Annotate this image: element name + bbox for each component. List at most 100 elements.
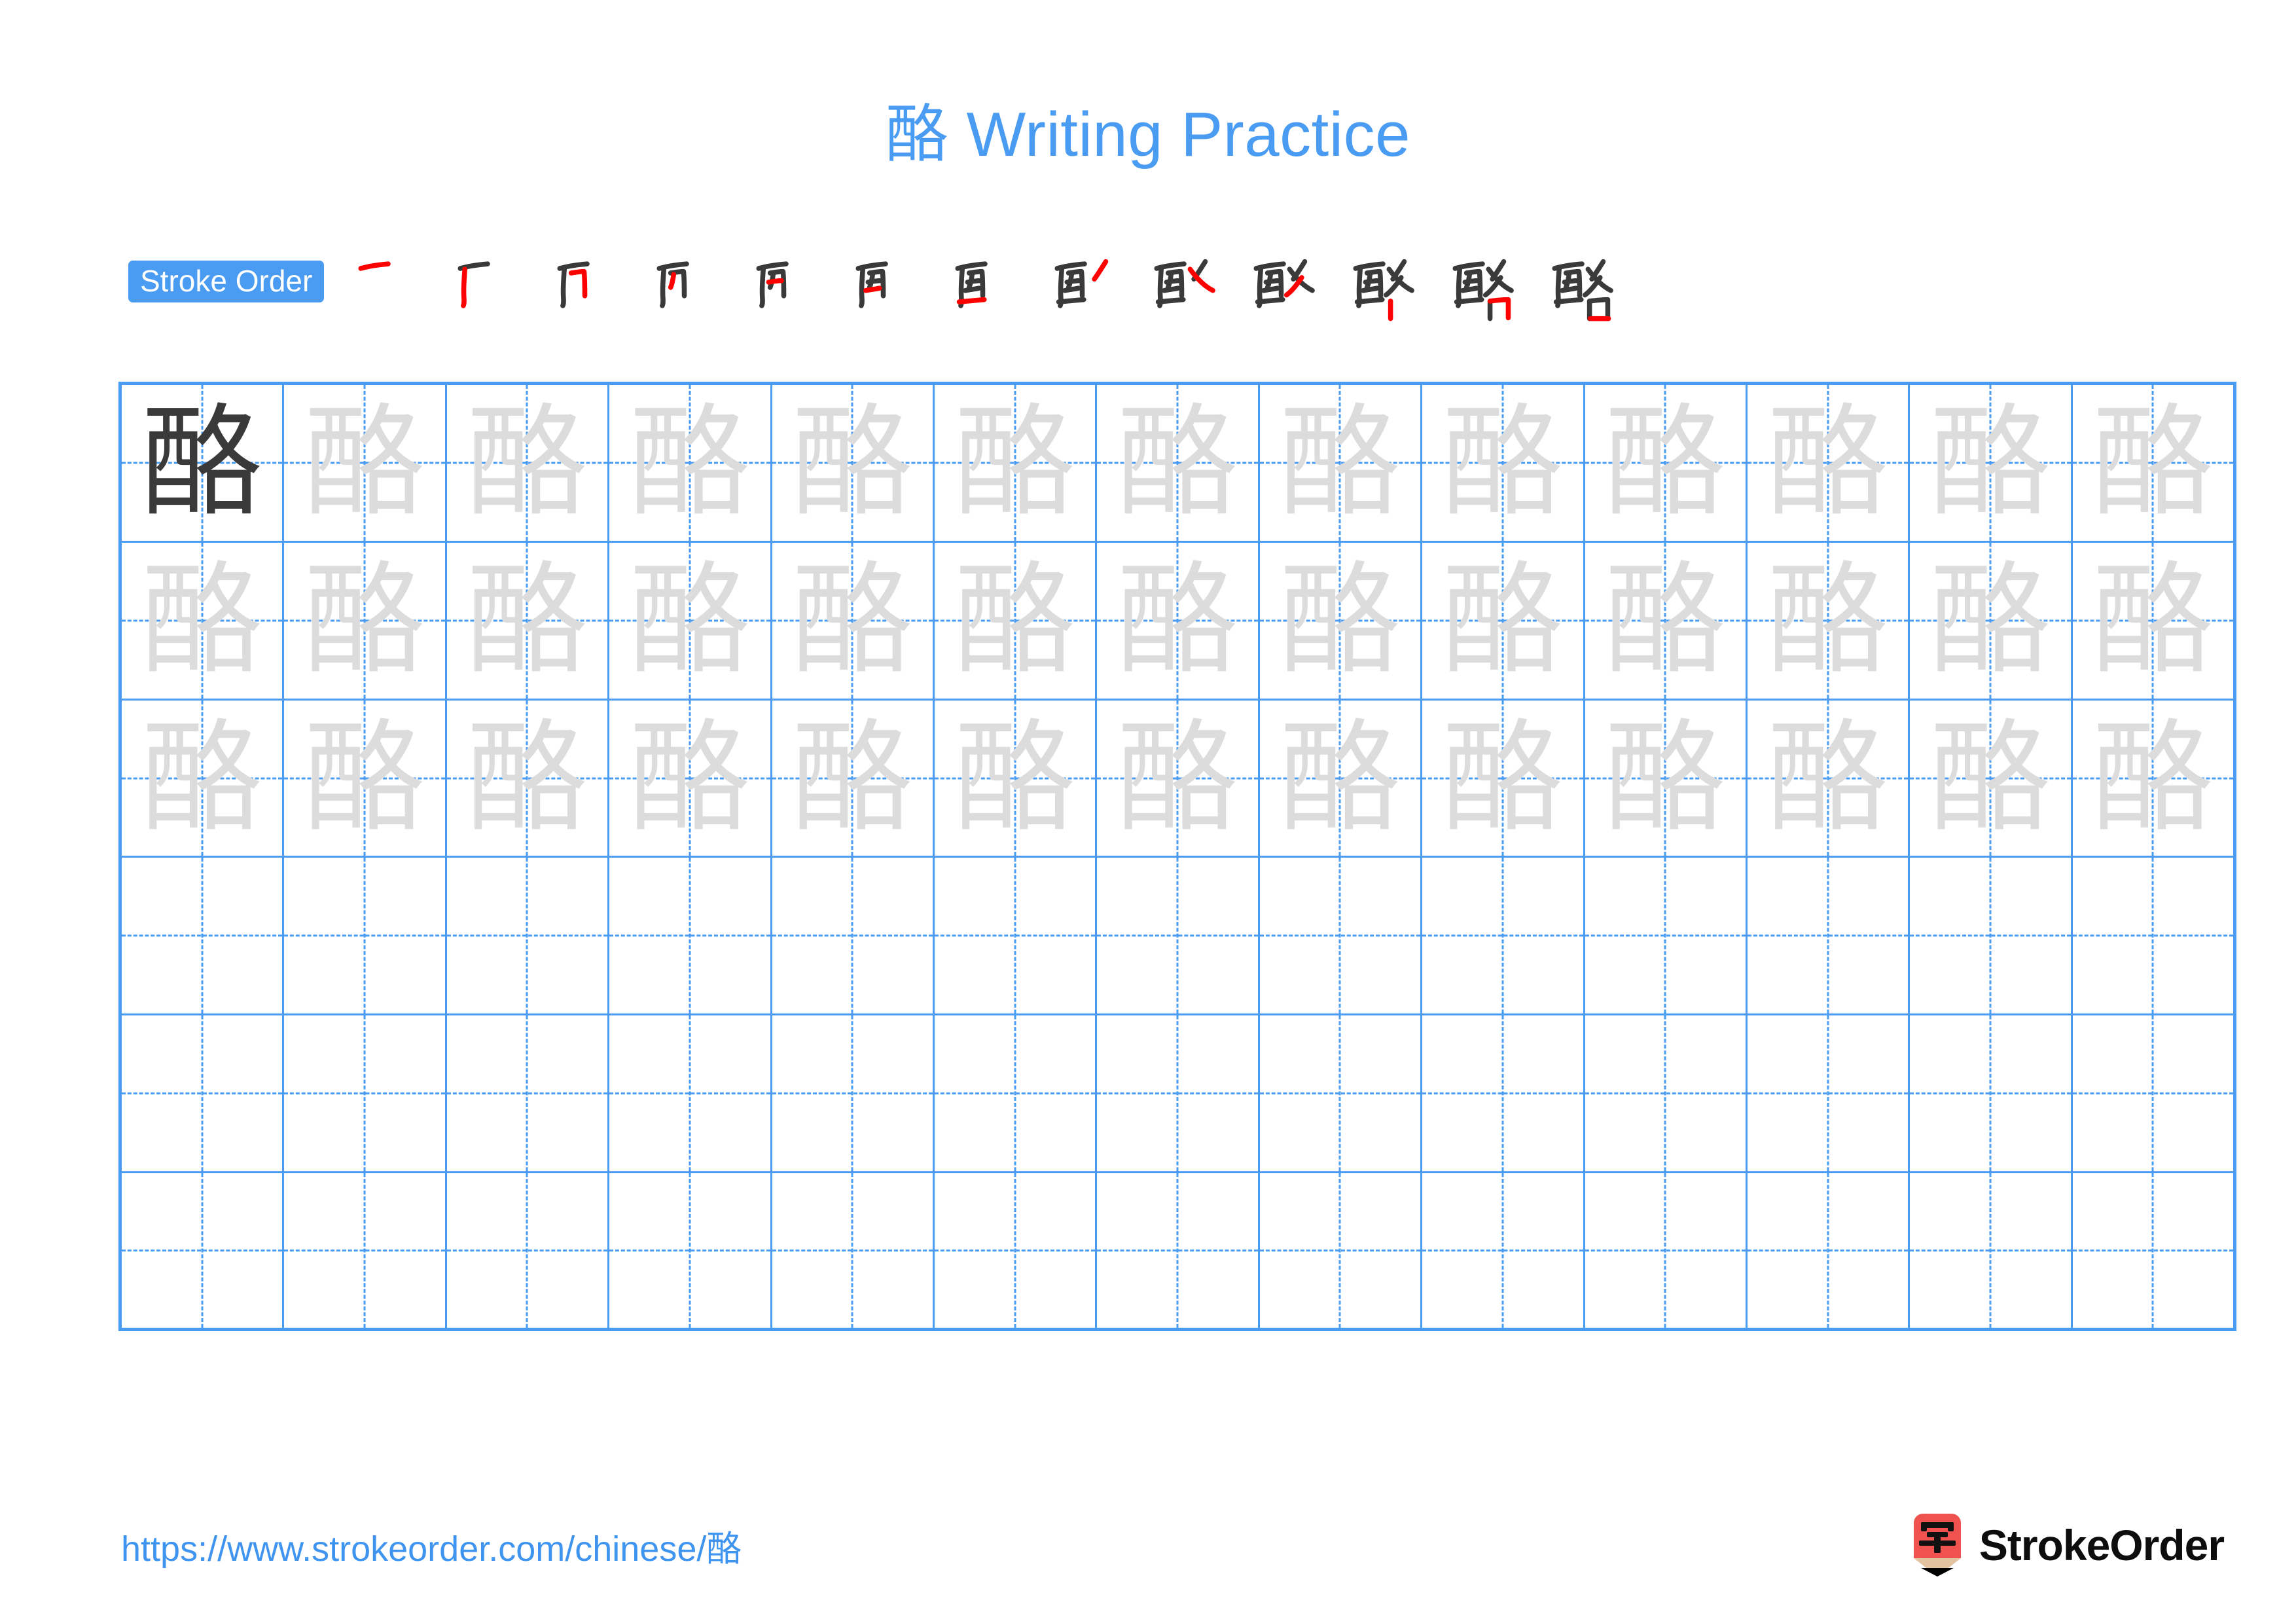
- grid-cell-r6-c12[interactable]: [1910, 1173, 2073, 1331]
- trace-character: 酪: [1604, 549, 1726, 691]
- grid-cell-r1-c13[interactable]: 酪: [2072, 385, 2237, 543]
- grid-cell-r3-c10[interactable]: 酪: [1585, 700, 1748, 858]
- grid-cell-r4-c10[interactable]: [1585, 858, 1748, 1016]
- grid-cell-r2-c9[interactable]: 酪: [1422, 542, 1585, 701]
- grid-cell-r4-c4[interactable]: [609, 858, 772, 1016]
- guide-line-horizontal: [772, 1249, 933, 1252]
- grid-cell-r1-c9[interactable]: 酪: [1422, 385, 1585, 543]
- grid-cell-r3-c3[interactable]: 酪: [446, 700, 610, 858]
- grid-cell-r5-c8[interactable]: [1259, 1015, 1423, 1174]
- grid-cell-r5-c7[interactable]: [1097, 1015, 1260, 1174]
- grid-cell-r2-c4[interactable]: 酪: [609, 542, 772, 701]
- grid-cell-r5-c5[interactable]: [772, 1015, 935, 1174]
- grid-cell-r5-c2[interactable]: [284, 1015, 447, 1174]
- guide-line-vertical: [1827, 1173, 1829, 1328]
- grid-cell-r3-c6[interactable]: 酪: [934, 700, 1098, 858]
- grid-cell-r1-c5[interactable]: 酪: [772, 385, 935, 543]
- grid-cell-r6-c11[interactable]: [1747, 1173, 1910, 1331]
- guide-line-vertical: [2151, 858, 2154, 1014]
- grid-cell-r4-c5[interactable]: [772, 858, 935, 1016]
- guide-line-horizontal: [446, 1249, 608, 1252]
- grid-cell-r5-c4[interactable]: [609, 1015, 772, 1174]
- grid-cell-r1-c10[interactable]: 酪: [1585, 385, 1748, 543]
- grid-cell-r3-c1[interactable]: 酪: [122, 700, 285, 858]
- guide-line-horizontal: [1747, 934, 1909, 937]
- grid-cell-r2-c7[interactable]: 酪: [1097, 542, 1260, 701]
- practice-grid: 酪酪酪酪酪酪酪酪酪酪酪酪酪酪酪酪酪酪酪酪酪酪酪酪酪酪酪酪酪酪酪酪酪酪酪酪酪酪酪: [118, 382, 2237, 1331]
- grid-cell-r4-c1[interactable]: [122, 858, 285, 1016]
- grid-cell-r3-c11[interactable]: 酪: [1747, 700, 1910, 858]
- grid-cell-r2-c11[interactable]: 酪: [1747, 542, 1910, 701]
- trace-character: 酪: [466, 392, 588, 534]
- grid-cell-r3-c13[interactable]: 酪: [2072, 700, 2237, 858]
- trace-character: 酪: [629, 549, 751, 691]
- grid-cell-r5-c12[interactable]: [1910, 1015, 2073, 1174]
- grid-cell-r3-c5[interactable]: 酪: [772, 700, 935, 858]
- guide-line-horizontal: [934, 1249, 1096, 1252]
- grid-cell-r1-c12[interactable]: 酪: [1910, 385, 2073, 543]
- grid-cell-r6-c10[interactable]: [1585, 1173, 1748, 1331]
- trace-character: 酪: [791, 549, 913, 691]
- guide-line-vertical: [851, 1173, 853, 1328]
- grid-cell-r2-c6[interactable]: 酪: [934, 542, 1098, 701]
- grid-cell-r1-c4[interactable]: 酪: [609, 385, 772, 543]
- grid-cell-r3-c12[interactable]: 酪: [1910, 700, 2073, 858]
- grid-cell-r3-c7[interactable]: 酪: [1097, 700, 1260, 858]
- grid-cell-r1-c11[interactable]: 酪: [1747, 385, 1910, 543]
- grid-cell-r6-c9[interactable]: [1422, 1173, 1585, 1331]
- grid-cell-r6-c5[interactable]: [772, 1173, 935, 1331]
- grid-cell-r6-c6[interactable]: [934, 1173, 1098, 1331]
- grid-cell-r2-c10[interactable]: 酪: [1585, 542, 1748, 701]
- grid-cell-r2-c5[interactable]: 酪: [772, 542, 935, 701]
- model-character: 酪: [141, 392, 263, 534]
- grid-row: [122, 1015, 2237, 1174]
- grid-cell-r5-c11[interactable]: [1747, 1015, 1910, 1174]
- grid-cell-r1-c8[interactable]: 酪: [1259, 385, 1423, 543]
- grid-cell-r1-c6[interactable]: 酪: [934, 385, 1098, 543]
- grid-cell-r2-c8[interactable]: 酪: [1259, 542, 1423, 701]
- grid-cell-r1-c3[interactable]: 酪: [446, 385, 610, 543]
- grid-cell-r6-c8[interactable]: [1259, 1173, 1423, 1331]
- guide-line-vertical: [1176, 1173, 1179, 1328]
- guide-line-horizontal: [1097, 1249, 1258, 1252]
- grid-cell-r6-c1[interactable]: [122, 1173, 285, 1331]
- grid-cell-r6-c3[interactable]: [446, 1173, 610, 1331]
- grid-cell-r4-c8[interactable]: [1259, 858, 1423, 1016]
- grid-cell-r5-c10[interactable]: [1585, 1015, 1748, 1174]
- grid-cell-r5-c13[interactable]: [2072, 1015, 2237, 1174]
- grid-cell-r5-c6[interactable]: [934, 1015, 1098, 1174]
- grid-cell-r2-c1[interactable]: 酪: [122, 542, 285, 701]
- stroke-step-13: [1532, 254, 1632, 331]
- grid-cell-r4-c6[interactable]: [934, 858, 1098, 1016]
- grid-cell-r4-c7[interactable]: [1097, 858, 1260, 1016]
- grid-cell-r2-c13[interactable]: 酪: [2072, 542, 2237, 701]
- grid-cell-r3-c8[interactable]: 酪: [1259, 700, 1423, 858]
- grid-cell-r1-c2[interactable]: 酪: [284, 385, 447, 543]
- grid-cell-r6-c2[interactable]: [284, 1173, 447, 1331]
- grid-cell-r4-c9[interactable]: [1422, 858, 1585, 1016]
- grid-cell-r4-c2[interactable]: [284, 858, 447, 1016]
- grid-cell-r6-c7[interactable]: [1097, 1173, 1260, 1331]
- grid-cell-r3-c2[interactable]: 酪: [284, 700, 447, 858]
- grid-cell-r2-c3[interactable]: 酪: [446, 542, 610, 701]
- grid-cell-r6-c13[interactable]: [2072, 1173, 2237, 1331]
- grid-cell-r4-c11[interactable]: [1747, 858, 1910, 1016]
- grid-cell-r4-c12[interactable]: [1910, 858, 2073, 1016]
- grid-cell-r4-c13[interactable]: [2072, 858, 2237, 1016]
- grid-cell-r5-c9[interactable]: [1422, 1015, 1585, 1174]
- footer-url-link[interactable]: https://www.strokeorder.com/chinese/酪: [121, 1520, 742, 1571]
- grid-cell-r1-c1[interactable]: 酪: [122, 385, 285, 543]
- guide-line-vertical: [1501, 1173, 1504, 1328]
- grid-cell-r5-c1[interactable]: [122, 1015, 285, 1174]
- guide-line-horizontal: [1747, 1092, 1909, 1095]
- grid-row: 酪酪酪酪酪酪酪酪酪酪酪酪酪: [122, 542, 2237, 701]
- grid-cell-r2-c2[interactable]: 酪: [284, 542, 447, 701]
- grid-cell-r2-c12[interactable]: 酪: [1910, 542, 2073, 701]
- grid-cell-r3-c4[interactable]: 酪: [609, 700, 772, 858]
- stroke-step-10: [1234, 254, 1333, 331]
- grid-cell-r5-c3[interactable]: [446, 1015, 610, 1174]
- grid-cell-r6-c4[interactable]: [609, 1173, 772, 1331]
- grid-cell-r1-c7[interactable]: 酪: [1097, 385, 1260, 543]
- grid-cell-r4-c3[interactable]: [446, 858, 610, 1016]
- grid-cell-r3-c9[interactable]: 酪: [1422, 700, 1585, 858]
